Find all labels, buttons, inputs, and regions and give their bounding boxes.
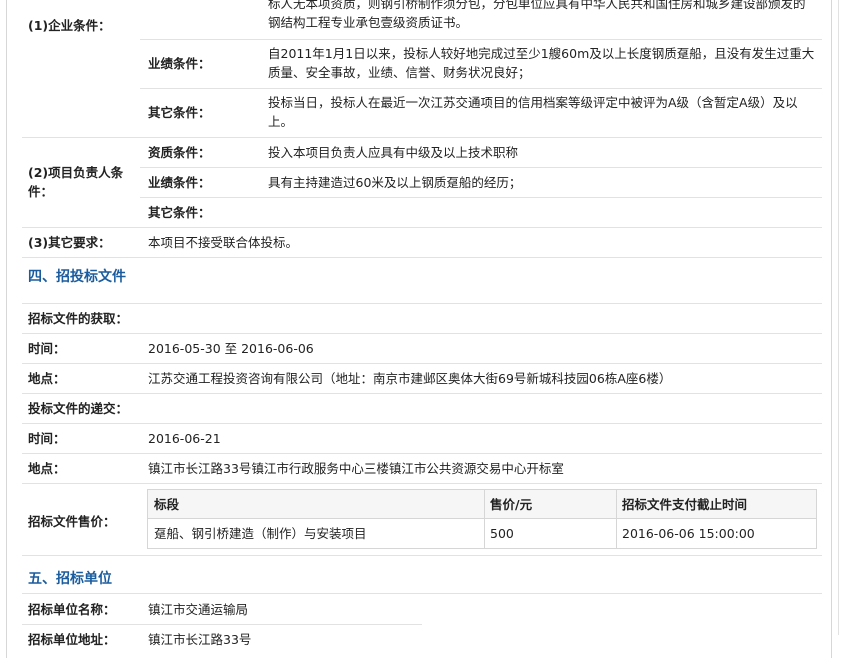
price-table-cell-deadline: 2016-06-06 15:00:00	[622, 526, 755, 541]
manager-qualification-text: 投入本项目负责人应具有中级及以上技术职称	[268, 145, 519, 160]
submit-time-label: 时间：	[28, 431, 66, 446]
enterprise-performance-label: 业绩条件：	[148, 56, 211, 71]
obtain-time-row	[22, 334, 822, 364]
other-requirements-text: 本项目不接受联合体投标。	[148, 235, 299, 250]
submit-row	[22, 394, 822, 424]
enterprise-other-label: 其它条件：	[148, 105, 211, 120]
tender-unit-name-label: 招标单位名称：	[28, 602, 116, 617]
enterprise-other-text: 投标当日，投标人在最近一次江苏交通项目的信用档案等级评定中被评为A级（含暂定A级…	[268, 95, 798, 129]
price-table-header-deadline: 招标文件支付截止时间	[622, 497, 748, 512]
section5-title-row	[22, 556, 822, 594]
section5-title: 五、招标单位	[28, 571, 112, 587]
price-table: 标段 售价/元 招标文件支付截止时间 趸船、钢引桥建造（制作）与安装项目 500…	[147, 489, 817, 549]
price-table-cell-section: 趸船、钢引桥建造（制作）与安装项目	[154, 526, 367, 541]
obtain-row	[22, 304, 822, 334]
price-table-divider	[484, 490, 485, 548]
manager-performance-text: 具有主持建造过60米及以上钢质趸船的经历；	[268, 175, 522, 190]
obtain-time-value: 2016-05-30 至 2016-06-06	[148, 341, 314, 356]
manager-other-label: 其它条件：	[148, 205, 211, 220]
price-table-divider	[616, 490, 617, 548]
submit-time-row	[22, 424, 822, 454]
enterprise-conditions-label: (1)企业条件：	[28, 18, 111, 33]
other-requirements-label: (3)其它要求：	[28, 235, 111, 250]
price-label: 招标文件售价：	[28, 514, 116, 529]
tender-unit-address-value: 镇江市长江路33号	[148, 632, 252, 647]
obtain-time-label: 时间：	[28, 341, 66, 356]
obtain-label: 招标文件的获取：	[28, 311, 129, 326]
price-table-header-section: 标段	[154, 497, 180, 512]
tender-unit-name-value: 镇江市交通运输局	[148, 602, 249, 617]
enterprise-performance-text: 自2011年1月1日以来，投标人较好地完成过至少1艘60m及以上长度钢质趸船，且…	[268, 46, 815, 80]
page-scrollbar-edge[interactable]	[838, 0, 850, 635]
manager-qualification-label: 资质条件：	[148, 145, 211, 160]
manager-conditions-label: (2)项目负责人条件：	[28, 165, 124, 199]
other-requirements-row	[22, 228, 822, 258]
manager-other-row	[22, 198, 822, 228]
submit-place-label: 地点：	[28, 461, 66, 476]
submit-place-value: 镇江市长江路33号镇江市行政服务中心三楼镇江市公共资源交易中心开标室	[148, 461, 564, 476]
manager-performance-label: 业绩条件：	[148, 175, 211, 190]
tender-unit-address-label: 招标单位地址：	[28, 632, 116, 647]
submit-label: 投标文件的递交：	[28, 401, 129, 416]
enterprise-qualification-text: 标人无本项资质，则钢引桥制作须分包，分包单位应具有中华人民共和国住房和城乡建设部…	[268, 0, 806, 30]
price-table-cell-price: 500	[490, 526, 514, 541]
section4-title: 四、招投标文件	[28, 269, 126, 285]
submit-time-value: 2016-06-21	[148, 431, 221, 446]
section4-title-row	[22, 258, 822, 304]
obtain-place-label: 地点：	[28, 371, 66, 386]
price-table-header-price: 售价/元	[490, 497, 533, 512]
obtain-place-value: 江苏交通工程投资咨询有限公司（地址：南京市建邺区奥体大街69号新城科技园06栋A…	[148, 371, 672, 386]
